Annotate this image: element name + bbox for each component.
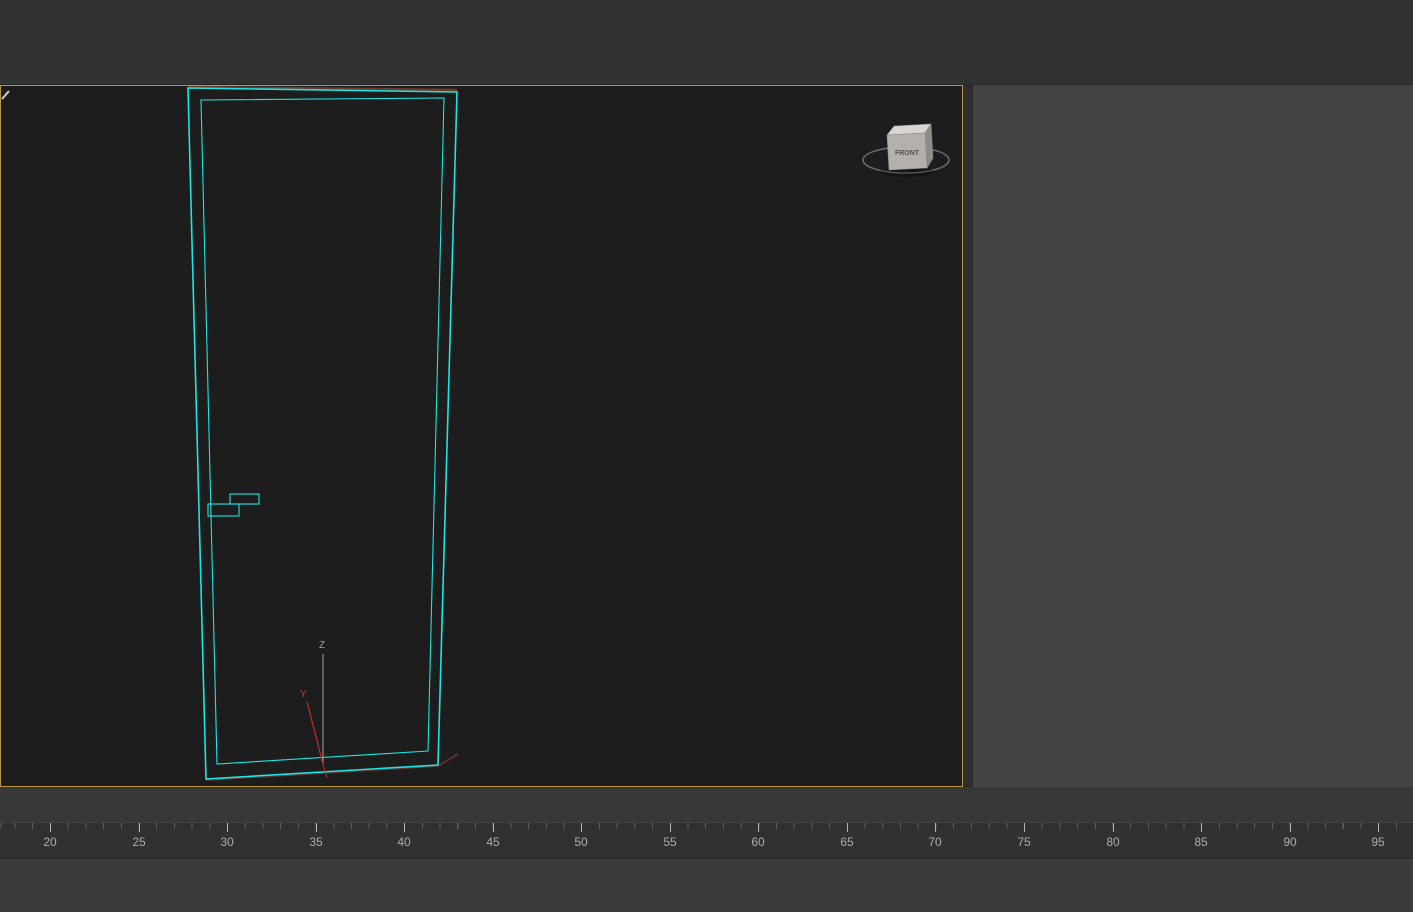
track-bar-area: [0, 787, 1413, 822]
viewport-corner-glyph: [2, 91, 9, 99]
tick-label: 50: [574, 835, 587, 849]
door-handle-wireframe: [208, 494, 259, 516]
tick-label: 90: [1283, 835, 1296, 849]
tick-label: 55: [663, 835, 676, 849]
axis-y-label: Y: [300, 689, 307, 700]
tick-label: 85: [1194, 835, 1207, 849]
tick-label: 40: [397, 835, 410, 849]
viewcube[interactable]: FRONT: [863, 124, 949, 177]
status-bar: X: 2406,404m Y: 14,021mm Z: 0,0mm Grid =…: [0, 858, 1413, 912]
viewcube-front-label[interactable]: FRONT: [895, 150, 920, 157]
tick-label: 70: [928, 835, 941, 849]
tick-label: 30: [220, 835, 233, 849]
tick-label: 95: [1371, 835, 1384, 849]
main-toolbar-area: [0, 0, 1413, 85]
3dsmax-window: Z Y FRONT: [0, 0, 1413, 912]
tick-label: 65: [840, 835, 853, 849]
tick-label: 60: [751, 835, 764, 849]
front-viewport[interactable]: Z Y FRONT: [0, 85, 963, 787]
viewport-panel-divider: [963, 85, 973, 787]
tick-label: 80: [1106, 835, 1119, 849]
tick-label: 25: [132, 835, 145, 849]
tick-label: 45: [486, 835, 499, 849]
viewport-canvas: Z Y FRONT: [1, 86, 961, 786]
tick-label: 35: [309, 835, 322, 849]
axis-gizmo: Z Y: [300, 640, 327, 778]
tick-label: 20: [43, 835, 56, 849]
tick-label: 75: [1017, 835, 1030, 849]
timeline-ruler[interactable]: 20 25 30 35 40 45 50 55 60 65 70 75 80 8…: [0, 822, 1413, 858]
axis-z-label: Z: [319, 640, 325, 651]
command-panel: Assembly001 Modifier List ▼ Edit Poly FF…: [973, 85, 1413, 787]
